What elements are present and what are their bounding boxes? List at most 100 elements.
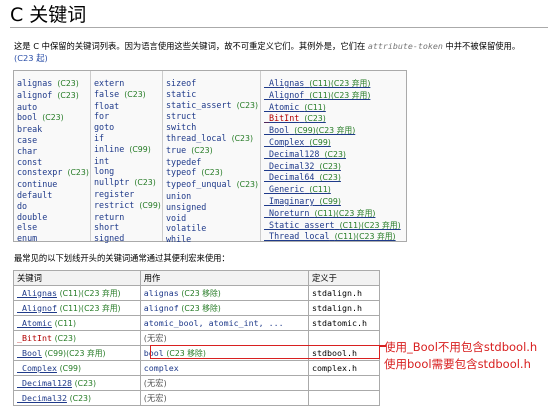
keyword-entry[interactable]: long [94, 166, 161, 177]
keyword-entry[interactable]: sizeof [166, 78, 258, 89]
keyword-link[interactable]: alignas [17, 78, 52, 88]
keyword-link[interactable]: const [17, 157, 42, 167]
keyword-entry[interactable]: static [166, 89, 258, 100]
keyword-link[interactable]: break [17, 124, 42, 134]
keyword-link[interactable]: _Decimal32 [17, 393, 67, 403]
keyword-entry[interactable]: do [17, 201, 89, 212]
keyword-entry[interactable]: while [166, 234, 258, 245]
keyword-entry[interactable]: alignas (C23) [17, 78, 89, 90]
keyword-entry[interactable]: unsigned [166, 202, 258, 213]
keyword-entry[interactable]: _Atomic (C11) [264, 102, 401, 114]
keyword-entry[interactable]: _Complex (C99) [264, 137, 401, 149]
keyword-link[interactable]: typeof_unqual [166, 179, 232, 189]
keyword-link[interactable]: _Alignof [264, 90, 304, 100]
keyword-link[interactable]: inline [94, 144, 124, 154]
keyword-link[interactable]: default [17, 190, 52, 200]
keyword-entry[interactable]: nullptr (C23) [94, 177, 161, 189]
keyword-entry[interactable]: float [94, 101, 161, 112]
keyword-link[interactable]: short [94, 222, 119, 232]
keyword-entry[interactable]: enum [17, 233, 89, 244]
keyword-link[interactable]: _Bool [264, 125, 289, 135]
keyword-link[interactable]: enum [17, 233, 37, 243]
keyword-entry[interactable]: switch [166, 122, 258, 133]
keyword-entry[interactable]: continue [17, 179, 89, 190]
keyword-entry[interactable]: _Generic (C11) [264, 184, 401, 196]
keyword-link[interactable]: thread_local [166, 133, 227, 143]
keyword-link[interactable]: _Decimal128 [264, 149, 319, 159]
keyword-entry[interactable]: auto [17, 102, 89, 113]
keyword-link[interactable]: nullptr [94, 177, 129, 187]
keyword-entry[interactable]: struct [166, 111, 258, 122]
keyword-link[interactable]: _Static_assert [264, 220, 335, 230]
keyword-link[interactable]: sizeof [166, 78, 196, 88]
keyword-link[interactable]: long [94, 166, 114, 176]
keyword-entry[interactable]: signed [94, 233, 161, 244]
keyword-link[interactable]: while [166, 234, 191, 244]
keyword-entry[interactable]: const [17, 157, 89, 168]
keyword-link[interactable]: _Decimal128 [17, 378, 72, 388]
keyword-link[interactable]: double [17, 212, 47, 222]
keyword-entry[interactable]: union [166, 191, 258, 202]
keyword-link[interactable]: _Imaginary [264, 196, 314, 206]
keyword-link[interactable]: void [166, 213, 186, 223]
keyword-link[interactable]: _Generic [264, 184, 304, 194]
keyword-entry[interactable]: default [17, 190, 89, 201]
keyword-link[interactable]: _Atomic [17, 318, 52, 328]
keyword-link[interactable]: _Alignas [264, 78, 304, 88]
keyword-entry[interactable]: extern [94, 78, 161, 89]
keyword-entry[interactable]: bool (C23) [17, 112, 89, 124]
macro-link[interactable]: alignof [144, 303, 179, 313]
keyword-entry[interactable]: volatile [166, 223, 258, 234]
keyword-entry[interactable]: _Noreturn (C11)(C23 弃用) [264, 208, 401, 220]
c23-since-link[interactable]: (C23 起) [14, 53, 48, 63]
keyword-link[interactable]: return [94, 212, 124, 222]
keyword-link[interactable]: _Complex [264, 137, 304, 147]
keyword-entry[interactable]: static_assert (C23) [166, 100, 258, 112]
keyword-link[interactable]: typedef [166, 157, 201, 167]
keyword-entry[interactable]: _Alignas (C11)(C23 弃用) [264, 78, 401, 90]
keyword-link[interactable]: float [94, 101, 119, 111]
keyword-entry[interactable]: if [94, 133, 161, 144]
keyword-link[interactable]: struct [166, 111, 196, 121]
keyword-entry[interactable]: _BitInt (C23) [264, 113, 401, 125]
keyword-entry[interactable]: _Bool (C99)(C23 弃用) [264, 125, 401, 137]
keyword-link[interactable]: _Bool [17, 348, 42, 358]
keyword-entry[interactable]: inline (C99) [94, 144, 161, 156]
keyword-entry[interactable]: double [17, 212, 89, 223]
keyword-link[interactable]: else [17, 222, 37, 232]
keyword-link[interactable]: signed [94, 233, 124, 243]
keyword-entry[interactable]: true (C23) [166, 145, 258, 157]
keyword-entry[interactable]: typeof (C23) [166, 167, 258, 179]
macro-link[interactable]: bool [144, 348, 164, 358]
keyword-link[interactable]: int [94, 156, 109, 166]
keyword-link[interactable]: _BitInt [17, 333, 52, 343]
keyword-entry[interactable]: _Alignof (C11)(C23 弃用) [264, 90, 401, 102]
keyword-entry[interactable]: false (C23) [94, 89, 161, 101]
keyword-entry[interactable]: for [94, 111, 161, 122]
keyword-entry[interactable]: register [94, 189, 161, 200]
keyword-entry[interactable]: _Static_assert (C11)(C23 弃用) [264, 220, 401, 232]
keyword-link[interactable]: volatile [166, 223, 206, 233]
keyword-link[interactable]: _Alignas [17, 288, 57, 298]
keyword-link[interactable]: union [166, 191, 191, 201]
keyword-link[interactable]: if [94, 133, 104, 143]
keyword-link[interactable]: restrict [94, 200, 134, 210]
keyword-link[interactable]: alignof [17, 90, 52, 100]
keyword-link[interactable]: _Thread_local [264, 231, 330, 241]
macro-link[interactable]: atomic_bool, atomic_int, ... [144, 318, 284, 328]
keyword-link[interactable]: case [17, 135, 37, 145]
keyword-link[interactable]: goto [94, 122, 114, 132]
keyword-entry[interactable]: typedef [166, 157, 258, 168]
keyword-entry[interactable]: thread_local (C23) [166, 133, 258, 145]
keyword-link[interactable]: char [17, 146, 37, 156]
keyword-link[interactable]: constexpr [17, 167, 62, 177]
keyword-link[interactable]: static [166, 89, 196, 99]
keyword-entry[interactable]: break [17, 124, 89, 135]
keyword-link[interactable]: continue [17, 179, 57, 189]
keyword-link[interactable]: bool [17, 112, 37, 122]
keyword-link[interactable]: _Decimal32 [264, 161, 314, 171]
keyword-entry[interactable]: restrict (C99) [94, 200, 161, 212]
keyword-entry[interactable]: else [17, 222, 89, 233]
keyword-link[interactable]: _BitInt [264, 113, 299, 123]
keyword-link[interactable]: for [94, 111, 109, 121]
